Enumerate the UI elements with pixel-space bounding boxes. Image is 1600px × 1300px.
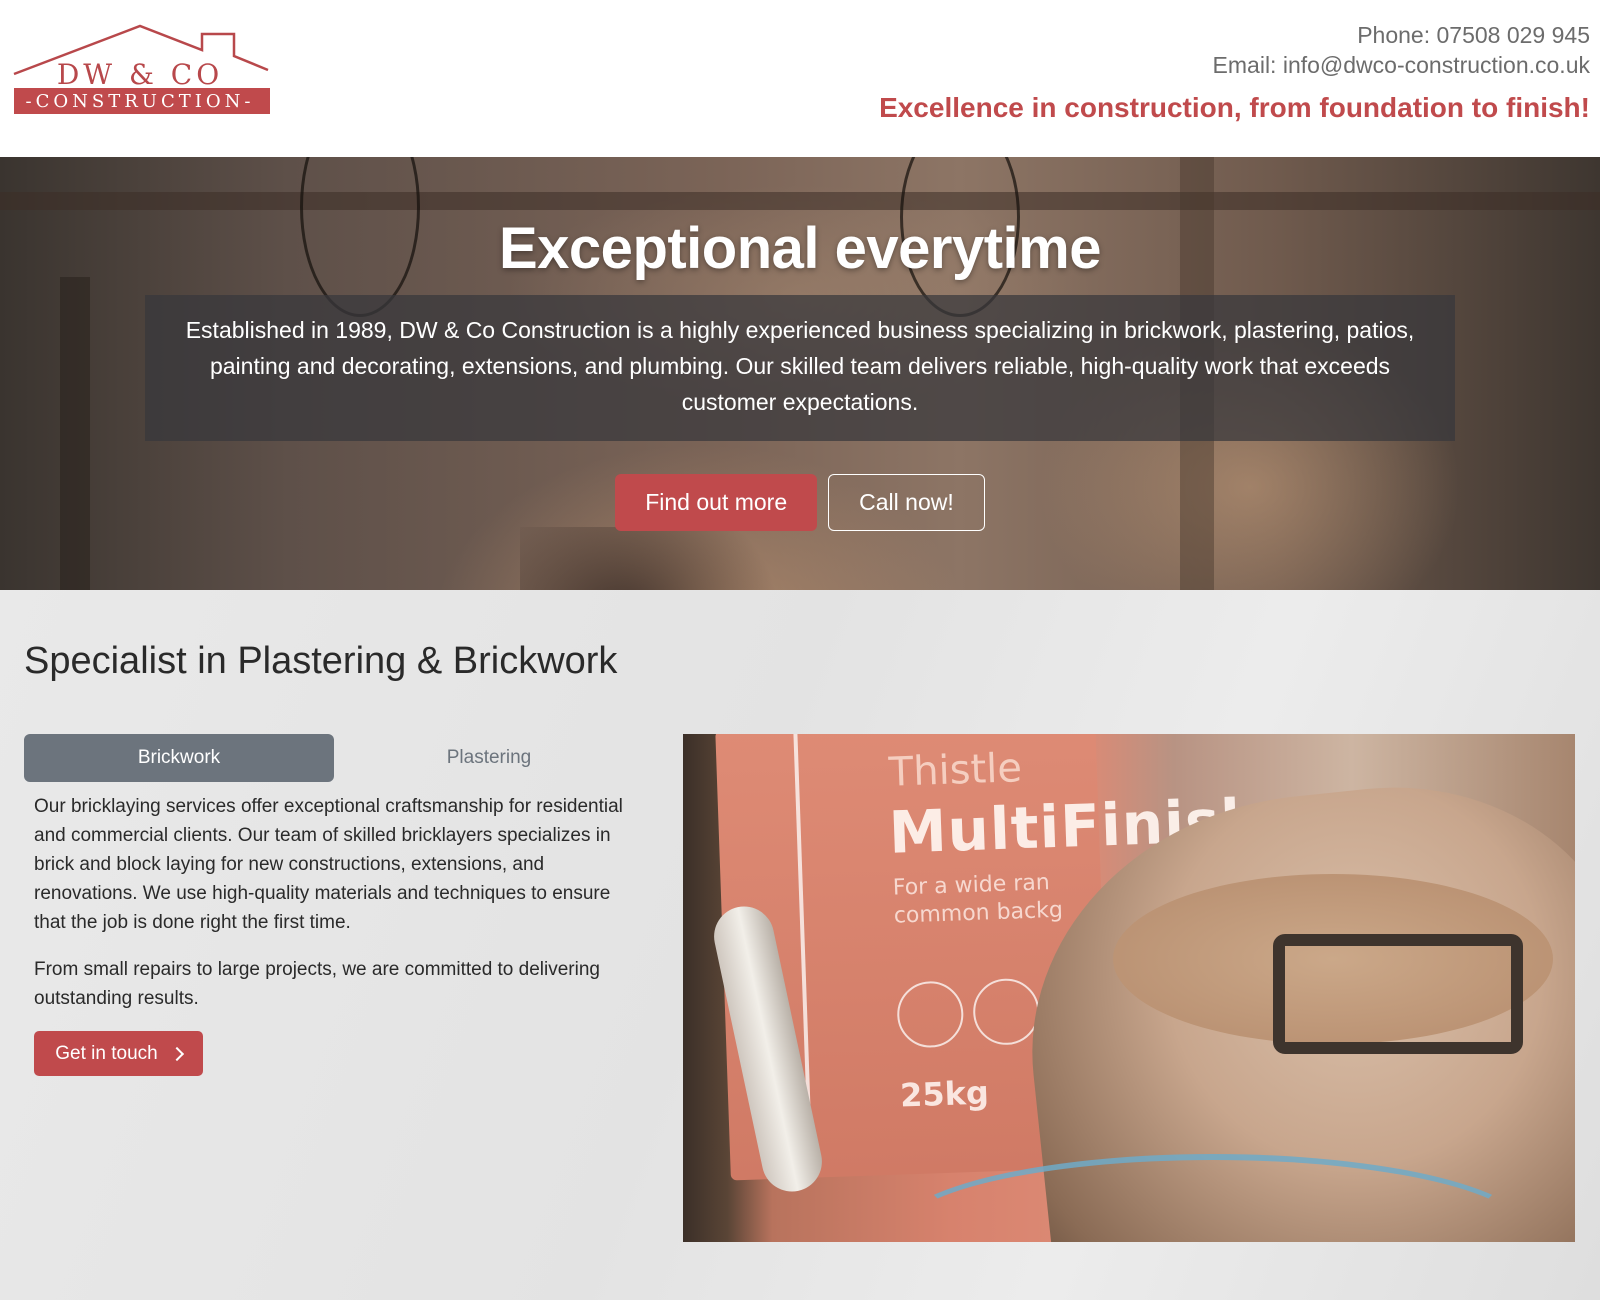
hero-title: Exceptional everytime xyxy=(498,216,1102,281)
call-now-button[interactable]: Call now! xyxy=(828,474,985,531)
bag-brand: Thistle xyxy=(888,745,1023,796)
contact-info: Phone: 07508 029 945 Email: info@dwco-co… xyxy=(879,20,1590,126)
service-paragraph: Our bricklaying services offer exception… xyxy=(34,796,623,933)
bag-weight: 25kg xyxy=(899,1073,990,1115)
section-title: Specialist in Plastering & Brickwork xyxy=(24,640,618,682)
logo-graphic: DW & CO -CONSTRUCTION- xyxy=(13,24,270,114)
tab-brickwork[interactable]: Brickwork xyxy=(24,734,334,782)
plaster-bag-photo: Thistle MultiFinish For a wide ran commo… xyxy=(683,734,1575,1242)
hero-actions: Find out more Call now! xyxy=(0,474,1600,531)
bag-subtitle: For a wide ran common backg xyxy=(892,869,1063,931)
chevron-right-icon xyxy=(169,1046,184,1062)
svg-text:DW & CO: DW & CO xyxy=(57,58,223,91)
email-address[interactable]: Email: info@dwco-construction.co.uk xyxy=(879,50,1590,80)
service-tabs: Brickwork Plastering xyxy=(24,734,644,782)
tab-plastering[interactable]: Plastering xyxy=(334,734,644,782)
service-paragraph: From small repairs to large projects, we… xyxy=(34,959,600,1009)
tab-content: Our bricklaying services offer exception… xyxy=(34,792,634,1076)
hero-banner: Exceptional everytime Established in 198… xyxy=(0,157,1600,590)
background-post xyxy=(60,277,90,590)
background-beam xyxy=(0,192,1600,210)
header-tagline: Excellence in construction, from foundat… xyxy=(879,92,1590,123)
hero-description: Established in 1989, DW & Co Constructio… xyxy=(185,317,1415,415)
undercoat-icon xyxy=(896,980,965,1049)
plasterboard-icon xyxy=(972,977,1041,1046)
worker-silhouette xyxy=(520,527,780,590)
phone-number[interactable]: Phone: 07508 029 945 xyxy=(879,20,1590,50)
bucket-handle xyxy=(1273,934,1523,1054)
site-header: DW & CO -CONSTRUCTION- Phone: 07508 029 … xyxy=(0,0,1600,157)
services-section: Specialist in Plastering & Brickwork Bri… xyxy=(0,590,1600,1300)
get-in-touch-button[interactable]: Get in touch xyxy=(34,1031,203,1076)
get-in-touch-label: Get in touch xyxy=(55,1042,158,1064)
find-out-more-button[interactable]: Find out more xyxy=(615,474,818,531)
svg-text:-CONSTRUCTION-: -CONSTRUCTION- xyxy=(26,91,255,112)
bag-subtitle-line: common backg xyxy=(893,897,1064,929)
company-logo[interactable]: DW & CO -CONSTRUCTION- xyxy=(12,22,278,118)
